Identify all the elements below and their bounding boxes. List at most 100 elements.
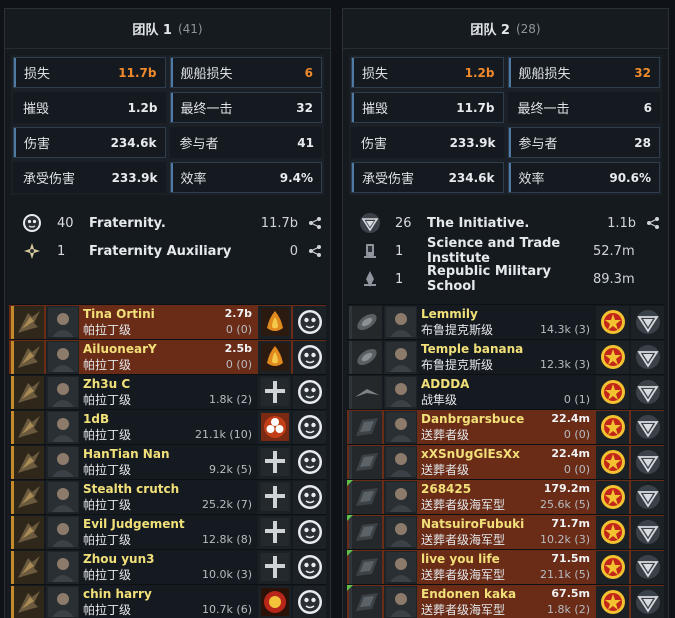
ship-type[interactable]: 送葬者级海军型	[421, 567, 505, 583]
corp-logo-icon[interactable]	[596, 515, 629, 549]
pilot-row[interactable]: Evil Judgement 帕拉丁级 12.8k (8)	[9, 514, 326, 549]
ship-type[interactable]: 帕拉丁级	[83, 427, 131, 443]
ship-icon[interactable]	[11, 410, 44, 444]
ship-type[interactable]: 布鲁提克斯级	[421, 357, 493, 373]
alliance-logo-icon[interactable]	[293, 550, 326, 584]
pilot-row[interactable]: Lemmily 布鲁提克斯级 14.3k (3)	[347, 304, 664, 339]
pilot-row[interactable]: Endonen kaka 67.5m 送葬者级海军型 1.8k (2)	[347, 584, 664, 618]
corp-logo-icon[interactable]	[596, 340, 629, 374]
pilot-portrait[interactable]	[46, 340, 79, 374]
corp-logo-icon[interactable]	[596, 305, 629, 339]
ship-type[interactable]: 帕拉丁级	[83, 392, 131, 408]
pilot-row[interactable]: Zh3u C 帕拉丁级 1.8k (2)	[9, 374, 326, 409]
ship-icon[interactable]	[11, 375, 44, 409]
ship-type[interactable]: 帕拉丁级	[83, 532, 131, 548]
pilot-name[interactable]: Temple banana	[421, 341, 523, 357]
pilot-row[interactable]: HanTian Nan 帕拉丁级 9.2k (5)	[9, 444, 326, 479]
corp-logo-icon[interactable]	[596, 480, 629, 514]
pilot-portrait[interactable]	[384, 585, 417, 618]
pilot-portrait[interactable]	[46, 480, 79, 514]
alliance-row[interactable]: 26 The Initiative. 1.1b	[359, 209, 660, 237]
alliance-logo-icon[interactable]	[293, 410, 326, 444]
ship-icon[interactable]	[349, 410, 382, 444]
alliance-logo-icon[interactable]	[631, 410, 664, 444]
ship-icon[interactable]	[349, 515, 382, 549]
ship-icon[interactable]	[349, 550, 382, 584]
pilot-name[interactable]: xXSnUgGlEsXx	[421, 446, 520, 462]
ship-type[interactable]: 送葬者级	[421, 462, 469, 478]
corp-logo-icon[interactable]	[596, 550, 629, 584]
pilot-name[interactable]: Zhou yun3	[83, 551, 154, 567]
pilot-portrait[interactable]	[384, 340, 417, 374]
ship-icon[interactable]	[11, 480, 44, 514]
pilot-portrait[interactable]	[46, 410, 79, 444]
alliance-logo-icon[interactable]	[631, 550, 664, 584]
corp-logo-icon[interactable]	[258, 375, 291, 409]
corp-logo-icon[interactable]	[258, 340, 291, 374]
pilot-name[interactable]: Danbrgarsbuce	[421, 411, 524, 427]
pilot-row[interactable]: Zhou yun3 帕拉丁级 10.0k (3)	[9, 549, 326, 584]
corp-logo-icon[interactable]	[258, 480, 291, 514]
pilot-portrait[interactable]	[384, 515, 417, 549]
pilot-name[interactable]: Stealth crutch	[83, 481, 179, 497]
pilot-name[interactable]: Lemmily	[421, 306, 478, 322]
alliance-name[interactable]: Fraternity Auxiliary	[89, 244, 238, 259]
alliance-logo-icon[interactable]	[293, 585, 326, 618]
pilot-portrait[interactable]	[46, 585, 79, 618]
pilot-name[interactable]: Zh3u C	[83, 376, 130, 392]
ship-type[interactable]: 布鲁提克斯级	[421, 322, 493, 338]
pilot-name[interactable]: Tina Ortini	[83, 306, 155, 322]
corp-logo-icon[interactable]	[258, 515, 291, 549]
pilot-row[interactable]: 1dB 帕拉丁级 21.1k (10)	[9, 409, 326, 444]
share-icon[interactable]	[636, 217, 660, 229]
alliance-logo-icon[interactable]	[293, 305, 326, 339]
alliance-logo-icon[interactable]	[631, 305, 664, 339]
pilot-name[interactable]: live you life	[421, 551, 500, 567]
pilot-row[interactable]: Danbrgarsbuce 22.4m 送葬者级 0 (0)	[347, 409, 664, 444]
pilot-portrait[interactable]	[384, 480, 417, 514]
corp-logo-icon[interactable]	[258, 445, 291, 479]
pilot-name[interactable]: 268425	[421, 481, 471, 497]
corp-logo-icon[interactable]	[258, 305, 291, 339]
alliance-logo-icon[interactable]	[293, 480, 326, 514]
ship-type[interactable]: 帕拉丁级	[83, 462, 131, 478]
ship-type[interactable]: 送葬者级	[421, 427, 469, 443]
corp-logo-icon[interactable]	[258, 585, 291, 618]
alliance-logo-icon[interactable]	[293, 340, 326, 374]
pilot-portrait[interactable]	[384, 550, 417, 584]
alliance-row[interactable]: 1 Republic Military School 89.3m	[359, 264, 660, 294]
ship-icon[interactable]	[349, 585, 382, 618]
alliance-name[interactable]: Fraternity.	[89, 216, 238, 231]
ship-type[interactable]: 帕拉丁级	[83, 567, 131, 583]
corp-logo-icon[interactable]	[596, 410, 629, 444]
alliance-logo-icon[interactable]	[293, 445, 326, 479]
corp-logo-icon[interactable]	[596, 585, 629, 618]
pilot-row[interactable]: Temple banana 布鲁提克斯级 12.3k (3)	[347, 339, 664, 374]
ship-type[interactable]: 送葬者级海军型	[421, 532, 505, 548]
pilot-row[interactable]: live you life 71.5m 送葬者级海军型 21.1k (5)	[347, 549, 664, 584]
alliance-logo-icon[interactable]	[631, 375, 664, 409]
pilot-portrait[interactable]	[46, 445, 79, 479]
ship-type[interactable]: 帕拉丁级	[83, 357, 131, 373]
alliance-logo-icon[interactable]	[631, 445, 664, 479]
pilot-portrait[interactable]	[46, 515, 79, 549]
ship-icon[interactable]	[11, 550, 44, 584]
pilot-portrait[interactable]	[384, 410, 417, 444]
corp-logo-icon[interactable]	[596, 375, 629, 409]
corp-logo-icon[interactable]	[258, 550, 291, 584]
ship-icon[interactable]	[11, 585, 44, 618]
alliance-name[interactable]: Republic Military School	[427, 264, 593, 294]
ship-type[interactable]: 帕拉丁级	[83, 322, 131, 338]
pilot-name[interactable]: Evil Judgement	[83, 516, 185, 532]
alliance-logo-icon[interactable]	[631, 340, 664, 374]
ship-icon[interactable]	[11, 340, 44, 374]
alliance-name[interactable]: The Initiative.	[427, 216, 576, 231]
pilot-portrait[interactable]	[384, 375, 417, 409]
pilot-row[interactable]: NatsuiroFubuki 71.7m 送葬者级海军型 10.2k (3)	[347, 514, 664, 549]
ship-icon[interactable]	[349, 445, 382, 479]
ship-icon[interactable]	[11, 445, 44, 479]
alliance-logo-icon[interactable]	[293, 515, 326, 549]
corp-logo-icon[interactable]	[596, 445, 629, 479]
pilot-row[interactable]: xXSnUgGlEsXx 22.4m 送葬者级 0 (0)	[347, 444, 664, 479]
pilot-portrait[interactable]	[46, 375, 79, 409]
